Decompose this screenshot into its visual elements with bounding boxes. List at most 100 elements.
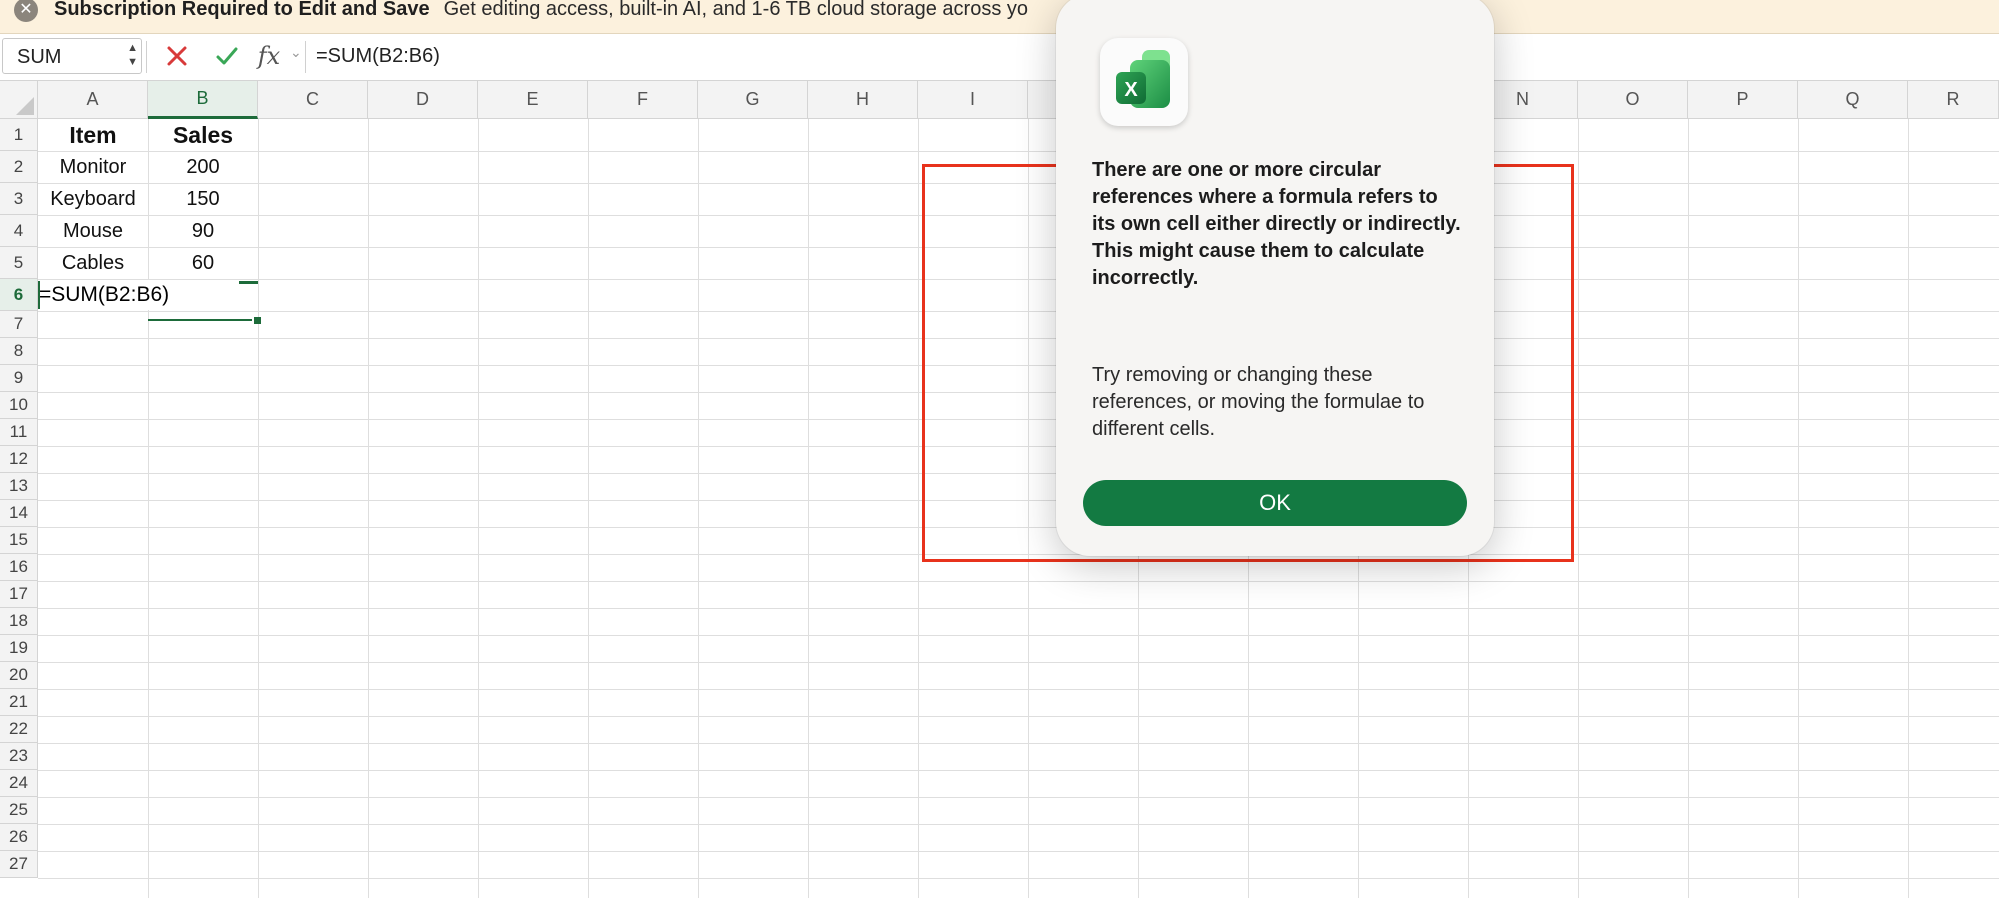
row-header[interactable]: 23 xyxy=(0,743,38,770)
row-header[interactable]: 19 xyxy=(0,635,38,662)
gridline xyxy=(38,716,1999,717)
gridline xyxy=(1578,119,1579,898)
row-header[interactable]: 3 xyxy=(0,183,38,215)
row-header[interactable]: 15 xyxy=(0,527,38,554)
gridline xyxy=(38,662,1999,663)
row-header-selected[interactable]: 6 xyxy=(0,279,38,311)
row-header[interactable]: 21 xyxy=(0,689,38,716)
row-header[interactable]: 8 xyxy=(0,338,38,365)
row-header[interactable]: 17 xyxy=(0,581,38,608)
row-header[interactable]: 12 xyxy=(0,446,38,473)
gridline xyxy=(38,797,1999,798)
gridline xyxy=(38,581,1999,582)
cell-a5[interactable]: Cables xyxy=(38,247,148,279)
cell-b4[interactable]: 90 xyxy=(148,215,258,247)
banner-message: Get editing access, built-in AI, and 1-6… xyxy=(443,0,1028,20)
name-box-value: SUM xyxy=(17,46,62,68)
gridline xyxy=(38,743,1999,744)
column-header[interactable]: F xyxy=(588,81,698,119)
row-header[interactable]: 9 xyxy=(0,365,38,392)
row-header[interactable]: 1 xyxy=(0,119,38,151)
gridline xyxy=(38,635,1999,636)
dialog-message: Try removing or changing these reference… xyxy=(1092,364,1425,440)
column-header[interactable]: C xyxy=(258,81,368,119)
dialog-message-bold: There are one or more circular reference… xyxy=(1092,159,1461,289)
close-circle-icon[interactable]: ✕ xyxy=(14,0,38,22)
svg-text:X: X xyxy=(1124,79,1138,101)
column-header[interactable]: O xyxy=(1578,81,1688,119)
close-x-icon[interactable] xyxy=(160,37,194,75)
gridline xyxy=(1688,119,1689,898)
gridline xyxy=(1908,119,1909,898)
formula-input[interactable]: =SUM(B2:B6) xyxy=(316,45,440,68)
row-header[interactable]: 11 xyxy=(0,419,38,446)
column-header[interactable]: R xyxy=(1908,81,1999,119)
select-all-button[interactable] xyxy=(0,81,38,119)
column-header[interactable]: E xyxy=(478,81,588,119)
row-header[interactable]: 7 xyxy=(0,311,38,338)
microsoft-excel-icon: X xyxy=(1100,38,1188,126)
column-header-selected[interactable]: B xyxy=(148,81,258,119)
row-header[interactable]: 24 xyxy=(0,770,38,797)
column-header[interactable]: Q xyxy=(1798,81,1908,119)
formula-bar: SUM ▲ ▼ fx ⌄ =SUM(B2:B6) xyxy=(0,35,1999,81)
row-header[interactable]: 2 xyxy=(0,151,38,183)
gridline xyxy=(38,878,1999,879)
formula-bar-divider xyxy=(146,41,147,73)
cell-b3[interactable]: 150 xyxy=(148,183,258,215)
gridline xyxy=(588,119,589,898)
cell-a3[interactable]: Keyboard xyxy=(38,183,148,215)
gridline xyxy=(38,770,1999,771)
range-selection-border xyxy=(148,319,252,321)
gridline xyxy=(918,119,919,898)
cell-b5[interactable]: 60 xyxy=(148,247,258,279)
column-header[interactable]: I xyxy=(918,81,1028,119)
cell-b6-editor[interactable]: =SUM(B2:B6) xyxy=(39,280,239,310)
gridline xyxy=(258,119,259,898)
gridline xyxy=(38,824,1999,825)
column-header[interactable]: A xyxy=(38,81,148,119)
column-header[interactable]: P xyxy=(1688,81,1798,119)
cell-b2[interactable]: 200 xyxy=(148,151,258,183)
row-header[interactable]: 4 xyxy=(0,215,38,247)
insert-function-button[interactable]: fx xyxy=(252,37,286,75)
row-header[interactable]: 26 xyxy=(0,824,38,851)
row-header[interactable]: 16 xyxy=(0,554,38,581)
gridline xyxy=(38,151,1999,152)
cell-a4[interactable]: Mouse xyxy=(38,215,148,247)
row-header[interactable]: 13 xyxy=(0,473,38,500)
ok-button[interactable]: OK xyxy=(1083,480,1467,526)
gridline xyxy=(478,119,479,898)
gridline xyxy=(808,119,809,898)
gridline xyxy=(368,119,369,898)
checkmark-icon[interactable] xyxy=(210,37,244,75)
cell-b1[interactable]: Sales xyxy=(148,119,258,151)
gridline xyxy=(698,119,699,898)
circular-reference-dialog: X There are one or more circular referen… xyxy=(1056,0,1494,556)
column-header[interactable]: G xyxy=(698,81,808,119)
cell-a1[interactable]: Item xyxy=(38,119,148,151)
row-header[interactable]: 20 xyxy=(0,662,38,689)
gridline xyxy=(38,851,1999,852)
column-header[interactable]: H xyxy=(808,81,918,119)
subscription-banner: ✕ Subscription Required to Edit and Save… xyxy=(0,0,1999,34)
column-header[interactable]: D xyxy=(368,81,478,119)
row-header[interactable]: 5 xyxy=(0,247,38,279)
cell-a2[interactable]: Monitor xyxy=(38,151,148,183)
row-header[interactable]: 22 xyxy=(0,716,38,743)
row-header[interactable]: 18 xyxy=(0,608,38,635)
fill-handle[interactable] xyxy=(254,317,261,324)
name-box[interactable]: SUM ▲ ▼ xyxy=(2,38,142,74)
text-caret xyxy=(38,281,40,309)
row-header[interactable]: 10 xyxy=(0,392,38,419)
banner-title: Subscription Required to Edit and Save xyxy=(54,0,430,20)
gridline xyxy=(38,689,1999,690)
name-box-stepper-icon[interactable]: ▲ ▼ xyxy=(127,41,138,69)
row-header[interactable]: 14 xyxy=(0,500,38,527)
row-header[interactable]: 27 xyxy=(0,851,38,878)
formula-bar-divider xyxy=(305,41,306,73)
gridline xyxy=(38,608,1999,609)
fx-label: fx xyxy=(257,42,281,70)
chevron-down-icon[interactable]: ⌄ xyxy=(290,44,302,61)
row-header[interactable]: 25 xyxy=(0,797,38,824)
